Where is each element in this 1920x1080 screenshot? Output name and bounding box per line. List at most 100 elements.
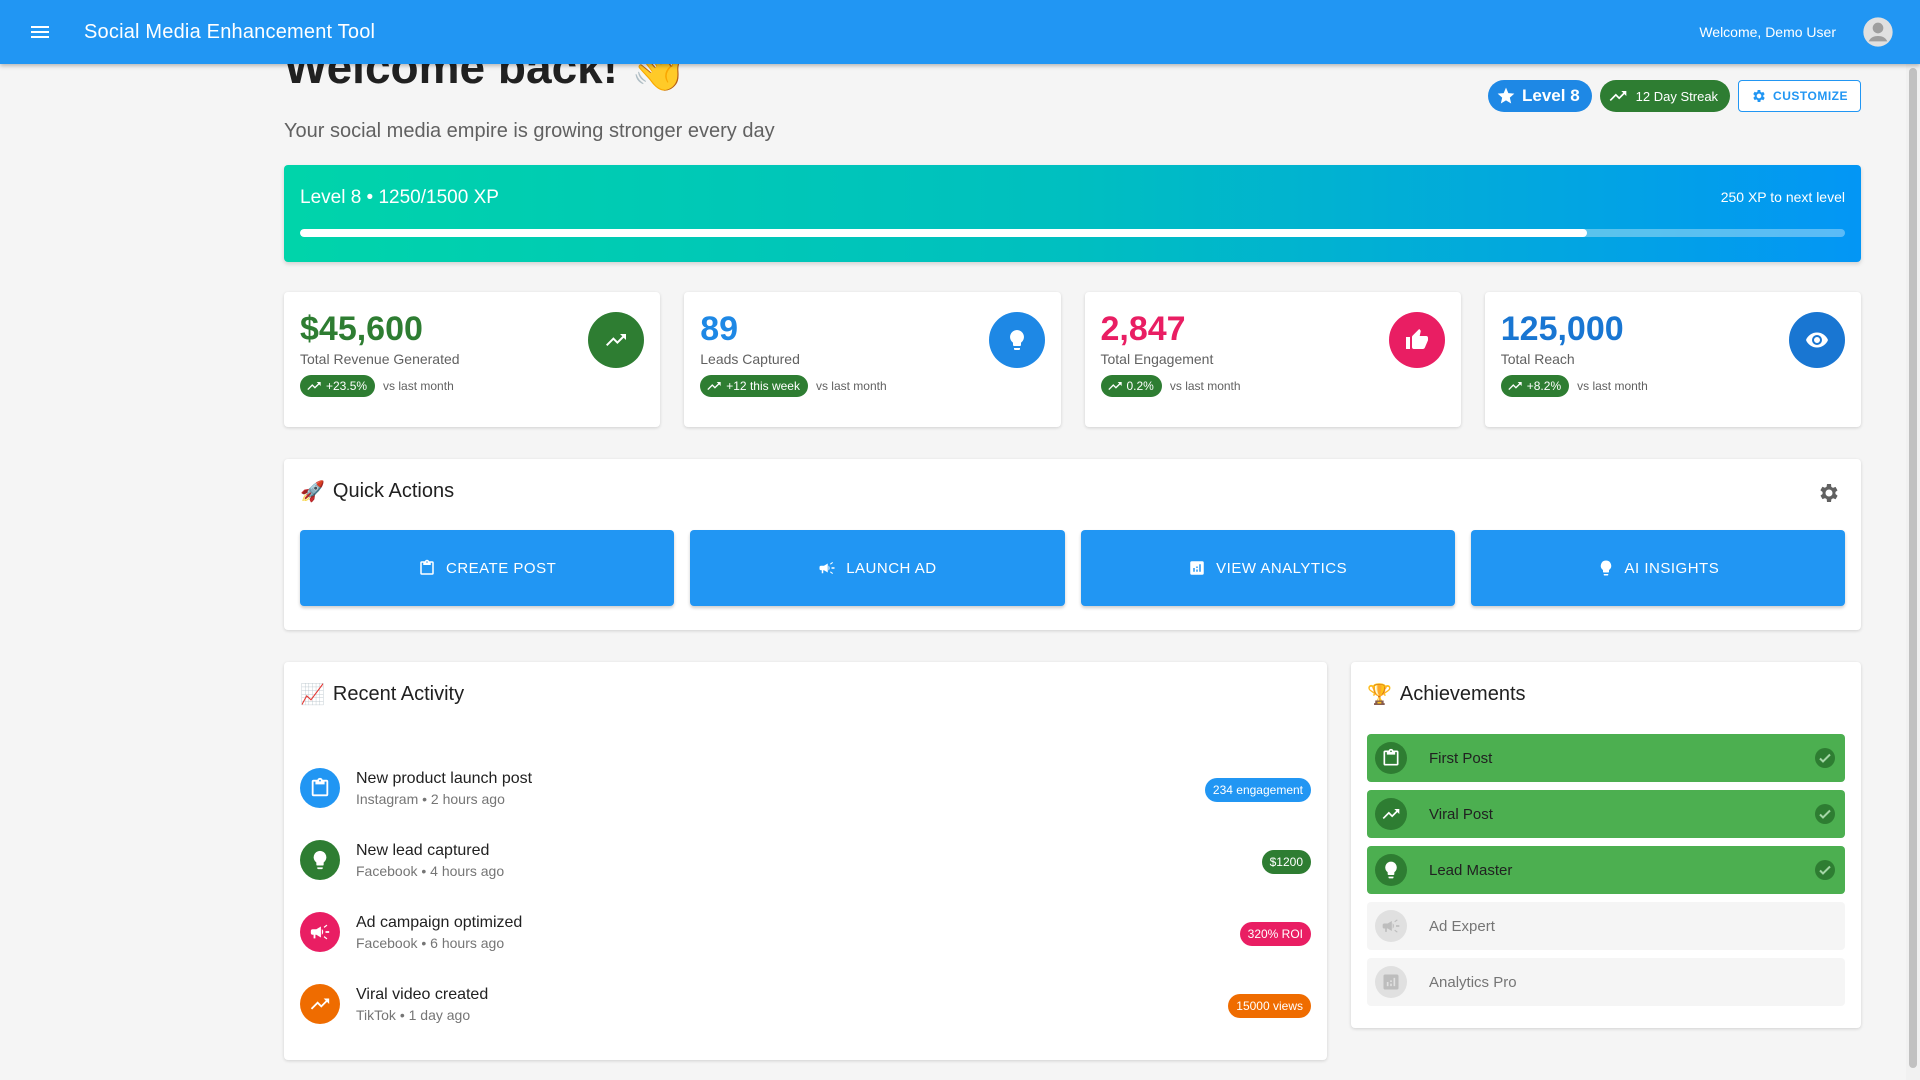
eye-icon bbox=[1806, 332, 1828, 348]
achievement-label: First Post bbox=[1429, 749, 1493, 767]
achievements-title: 🏆 Achievements bbox=[1367, 682, 1526, 707]
gear-icon bbox=[1753, 90, 1765, 102]
achievement-item[interactable]: Ad Expert bbox=[1367, 902, 1845, 950]
activity-icon-circle bbox=[300, 984, 340, 1024]
activity-list: New product launch post Instagram • 2 hou… bbox=[300, 752, 1311, 1040]
trending-up-icon bbox=[310, 998, 330, 1010]
quick-actions-title: 🚀 Quick Actions bbox=[300, 479, 454, 504]
activity-title: New lead captured bbox=[356, 841, 490, 859]
activity-meta: TikTok • 1 day ago bbox=[356, 1006, 471, 1023]
level-chip-label: Level 8 bbox=[1522, 86, 1580, 105]
xp-level-label: Level 8 • 1250/1500 XP bbox=[300, 187, 499, 208]
thumb-up-icon bbox=[1405, 329, 1428, 349]
achievements-title-text: Achievements bbox=[1399, 683, 1526, 705]
xp-progress-banner: Level 8 • 1250/1500 XP 250 XP to next le… bbox=[284, 165, 1861, 262]
stat-card: $45,600 Total Revenue Generated +23.5% vs l… bbox=[284, 292, 661, 427]
customize-button[interactable]: CUSTOMIZE bbox=[1738, 80, 1861, 112]
header-chips: Level 8 12 Day Streak CUSTOMIZE bbox=[1488, 80, 1861, 112]
create-post-button[interactable]: CREATE POST bbox=[300, 530, 675, 606]
achievement-item[interactable]: Viral Post bbox=[1367, 790, 1845, 838]
campaign-icon bbox=[819, 562, 835, 574]
level-chip[interactable]: Level 8 bbox=[1488, 80, 1592, 112]
stat-compare-text: vs last month bbox=[383, 379, 454, 393]
quick-actions-panel: 🚀 Quick Actions CREATE POST LAUNCH AD VIEW… bbox=[284, 459, 1861, 630]
trending-up-icon bbox=[606, 334, 627, 346]
quick-action-label: VIEW ANALYTICS bbox=[1216, 559, 1348, 577]
stat-card: 89 Leads Captured +12 this week vs last mon… bbox=[684, 292, 1061, 427]
stat-card: 2,847 Total Engagement 0.2% vs last month bbox=[1084, 292, 1461, 427]
check-circle-icon bbox=[1815, 804, 1835, 824]
lightbulb-icon bbox=[1600, 560, 1611, 576]
trending-up-icon bbox=[1107, 382, 1122, 390]
ai-insights-button[interactable]: AI INSIGHTS bbox=[1470, 530, 1845, 606]
campaign-icon bbox=[310, 924, 330, 940]
stat-change-badge: 0.2% bbox=[1100, 375, 1162, 397]
stat-compare-text: vs last month bbox=[1169, 379, 1241, 393]
activity-item[interactable]: Ad campaign optimized Facebook • 6 hours … bbox=[300, 896, 1311, 968]
activity-item[interactable]: New lead captured Facebook • 4 hours ago $… bbox=[300, 824, 1311, 896]
quick-action-buttons: CREATE POST LAUNCH AD VIEW ANALYTICS AI INS… bbox=[300, 530, 1845, 606]
campaign-icon bbox=[1382, 919, 1400, 933]
achievement-item[interactable]: Lead Master bbox=[1367, 846, 1845, 894]
stat-change-badge: +12 this week bbox=[700, 375, 808, 397]
quick-action-label: AI INSIGHTS bbox=[1624, 559, 1720, 577]
clipboard-icon bbox=[1383, 748, 1399, 766]
page-subtitle: Your social media empire is growing stro… bbox=[284, 120, 775, 142]
quick-action-label: LAUNCH AD bbox=[846, 559, 937, 577]
page-scrollbar[interactable] bbox=[1906, 64, 1920, 1080]
quick-action-label: CREATE POST bbox=[446, 559, 557, 577]
customize-label: CUSTOMIZE bbox=[1773, 89, 1848, 103]
analytics-icon bbox=[1190, 561, 1204, 575]
trophy-icon: 🏆 bbox=[1367, 684, 1392, 706]
achievement-item[interactable]: First Post bbox=[1367, 734, 1845, 782]
stat-cards: $45,600 Total Revenue Generated +23.5% vs l… bbox=[284, 292, 1861, 427]
activity-item[interactable]: New product launch post Instagram • 2 hou… bbox=[300, 752, 1311, 824]
activity-title: New product launch post bbox=[356, 769, 533, 787]
stat-change-text: 0.2% bbox=[1126, 379, 1154, 393]
activity-metric-badge: 15000 views bbox=[1228, 994, 1311, 1018]
activity-icon-circle bbox=[300, 912, 340, 952]
chart-increasing-icon: 📈 bbox=[300, 684, 325, 706]
achievement-label: Lead Master bbox=[1429, 861, 1513, 879]
recent-activity-panel: 📈 Recent Activity New product launch pos… bbox=[284, 662, 1327, 1060]
activity-meta: Facebook • 4 hours ago bbox=[356, 862, 505, 879]
recent-activity-title-text: Recent Activity bbox=[332, 683, 465, 705]
check-circle-icon bbox=[1815, 860, 1835, 880]
activity-metric-badge: 234 engagement bbox=[1204, 778, 1311, 802]
view-analytics-button[interactable]: VIEW ANALYTICS bbox=[1080, 530, 1455, 606]
achievement-icon-circle bbox=[1375, 742, 1407, 774]
app-bar: Social Media Enhancement Tool Welcome, D… bbox=[0, 0, 1920, 64]
activity-item[interactable]: Viral video created TikTok • 1 day ago 150… bbox=[300, 968, 1311, 1040]
menu-icon[interactable] bbox=[24, 16, 56, 48]
stat-icon-circle bbox=[988, 312, 1045, 368]
account-avatar-icon[interactable] bbox=[1860, 14, 1896, 50]
stat-change-text: +23.5% bbox=[326, 379, 368, 393]
trending-up-icon bbox=[1508, 382, 1522, 390]
activity-meta: Instagram • 2 hours ago bbox=[356, 790, 505, 807]
quick-actions-settings-icon[interactable] bbox=[1817, 481, 1841, 510]
rocket-icon: 🚀 bbox=[300, 481, 325, 503]
stat-change-text: +8.2% bbox=[1526, 379, 1562, 393]
recent-activity-title: 📈 Recent Activity bbox=[300, 682, 464, 707]
stat-icon-circle bbox=[1388, 312, 1445, 368]
achievement-icon-circle bbox=[1375, 798, 1407, 830]
activity-icon-circle bbox=[300, 840, 340, 880]
achievement-icon-circle bbox=[1375, 910, 1407, 942]
scrollbar-thumb[interactable] bbox=[1909, 68, 1917, 1068]
activity-meta: Facebook • 6 hours ago bbox=[356, 934, 505, 951]
analytics-icon bbox=[1383, 974, 1399, 990]
achievement-label: Analytics Pro bbox=[1429, 973, 1517, 991]
clipboard-icon bbox=[420, 559, 434, 575]
stat-change-badge: +23.5% bbox=[300, 375, 376, 397]
achievement-item[interactable]: Analytics Pro bbox=[1367, 958, 1845, 1006]
stat-compare-text: vs last month bbox=[815, 379, 887, 393]
streak-chip[interactable]: 12 Day Streak bbox=[1599, 80, 1731, 112]
xp-progress-fill bbox=[300, 229, 1588, 237]
activity-title: Viral video created bbox=[356, 985, 489, 1003]
lightbulb-icon bbox=[313, 850, 327, 870]
trending-up-icon bbox=[707, 382, 721, 390]
xp-progress-bar bbox=[300, 229, 1845, 237]
xp-next-level-label: 250 XP to next level bbox=[1720, 189, 1845, 205]
activity-metric-badge: $1200 bbox=[1261, 850, 1311, 874]
launch-ad-button[interactable]: LAUNCH AD bbox=[690, 530, 1065, 606]
